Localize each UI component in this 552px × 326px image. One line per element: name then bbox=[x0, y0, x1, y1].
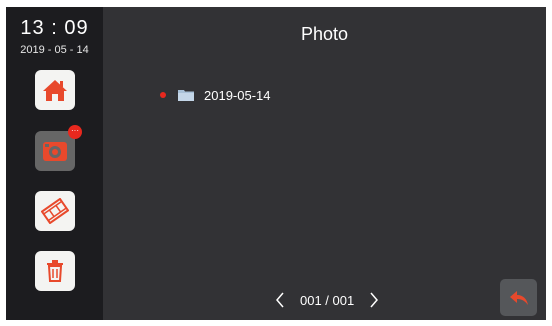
chevron-left-icon[interactable] bbox=[274, 291, 286, 309]
back-button[interactable] bbox=[500, 279, 537, 316]
unread-dot bbox=[160, 92, 166, 98]
page-indicator: 001 / 001 bbox=[300, 292, 355, 308]
clock-date: 2019 - 05 - 14 bbox=[20, 44, 89, 56]
home-icon bbox=[43, 80, 67, 101]
back-arrow-icon bbox=[509, 290, 528, 305]
chevron-right-icon[interactable] bbox=[368, 291, 380, 309]
trash-icon bbox=[47, 260, 63, 282]
film-icon bbox=[41, 198, 69, 224]
camera-icon bbox=[43, 142, 67, 161]
app-screen: 13 : 09 2019 - 05 - 14 ··· Photo 2019-05… bbox=[6, 7, 546, 320]
pagination: 001 / 001 bbox=[274, 290, 380, 310]
clock-time: 13 : 09 bbox=[20, 17, 89, 39]
folder-item[interactable]: 2019-05-14 bbox=[160, 86, 271, 104]
sidebar: 13 : 09 2019 - 05 - 14 ··· bbox=[6, 7, 103, 320]
delete-button[interactable] bbox=[35, 251, 75, 291]
folder-icon bbox=[178, 90, 194, 101]
video-button[interactable] bbox=[35, 191, 75, 231]
notification-badge: ··· bbox=[68, 125, 82, 139]
folder-name: 2019-05-14 bbox=[204, 87, 271, 103]
photo-button[interactable]: ··· bbox=[35, 125, 82, 171]
page-title: Photo bbox=[300, 24, 349, 44]
home-button[interactable] bbox=[35, 70, 75, 110]
